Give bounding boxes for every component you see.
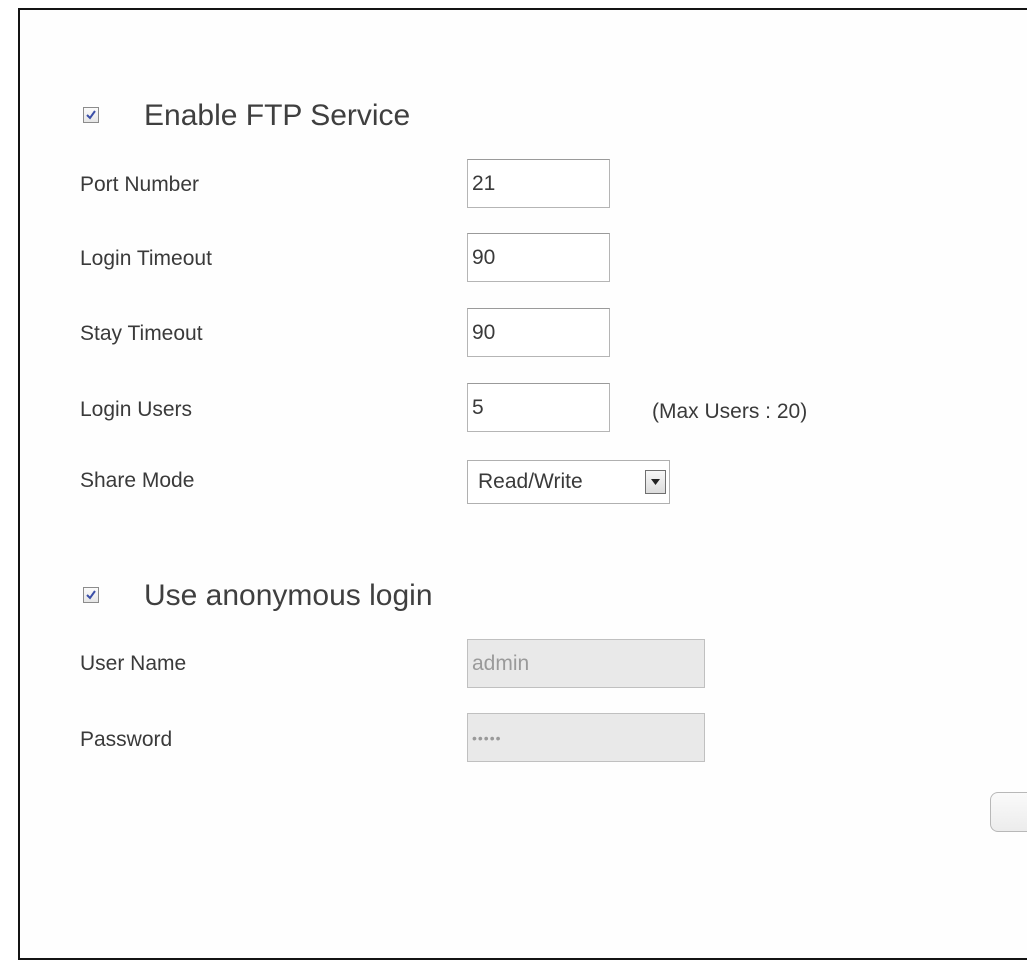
apply-button[interactable]: [990, 792, 1027, 832]
checkmark-icon: [86, 110, 96, 120]
stay-timeout-input[interactable]: [467, 308, 610, 357]
share-mode-value: Read/Write: [478, 470, 583, 493]
user-name-input: [467, 639, 705, 688]
password-label: Password: [80, 728, 173, 751]
share-mode-select[interactable]: Read/Write: [467, 460, 670, 504]
login-users-input[interactable]: [467, 383, 610, 432]
chevron-down-icon[interactable]: [645, 470, 666, 494]
login-timeout-input[interactable]: [467, 233, 610, 282]
checkmark-icon: [86, 590, 96, 600]
port-number-label: Port Number: [80, 173, 200, 196]
user-name-label: User Name: [80, 652, 187, 675]
port-number-input[interactable]: [467, 159, 610, 208]
stay-timeout-label: Stay Timeout: [80, 322, 203, 345]
login-users-label: Login Users: [80, 398, 193, 421]
password-input: [467, 713, 705, 762]
enable-ftp-checkbox[interactable]: [83, 107, 99, 123]
share-mode-label: Share Mode: [80, 469, 195, 492]
anonymous-login-checkbox[interactable]: [83, 587, 99, 603]
enable-ftp-label[interactable]: Enable FTP Service: [144, 101, 410, 131]
anonymous-login-label[interactable]: Use anonymous login: [144, 581, 433, 611]
ftp-settings-panel: Enable FTP Service Port Number Login Tim…: [18, 8, 1027, 960]
login-timeout-label: Login Timeout: [80, 247, 212, 270]
max-users-hint: (Max Users : 20): [652, 400, 808, 423]
